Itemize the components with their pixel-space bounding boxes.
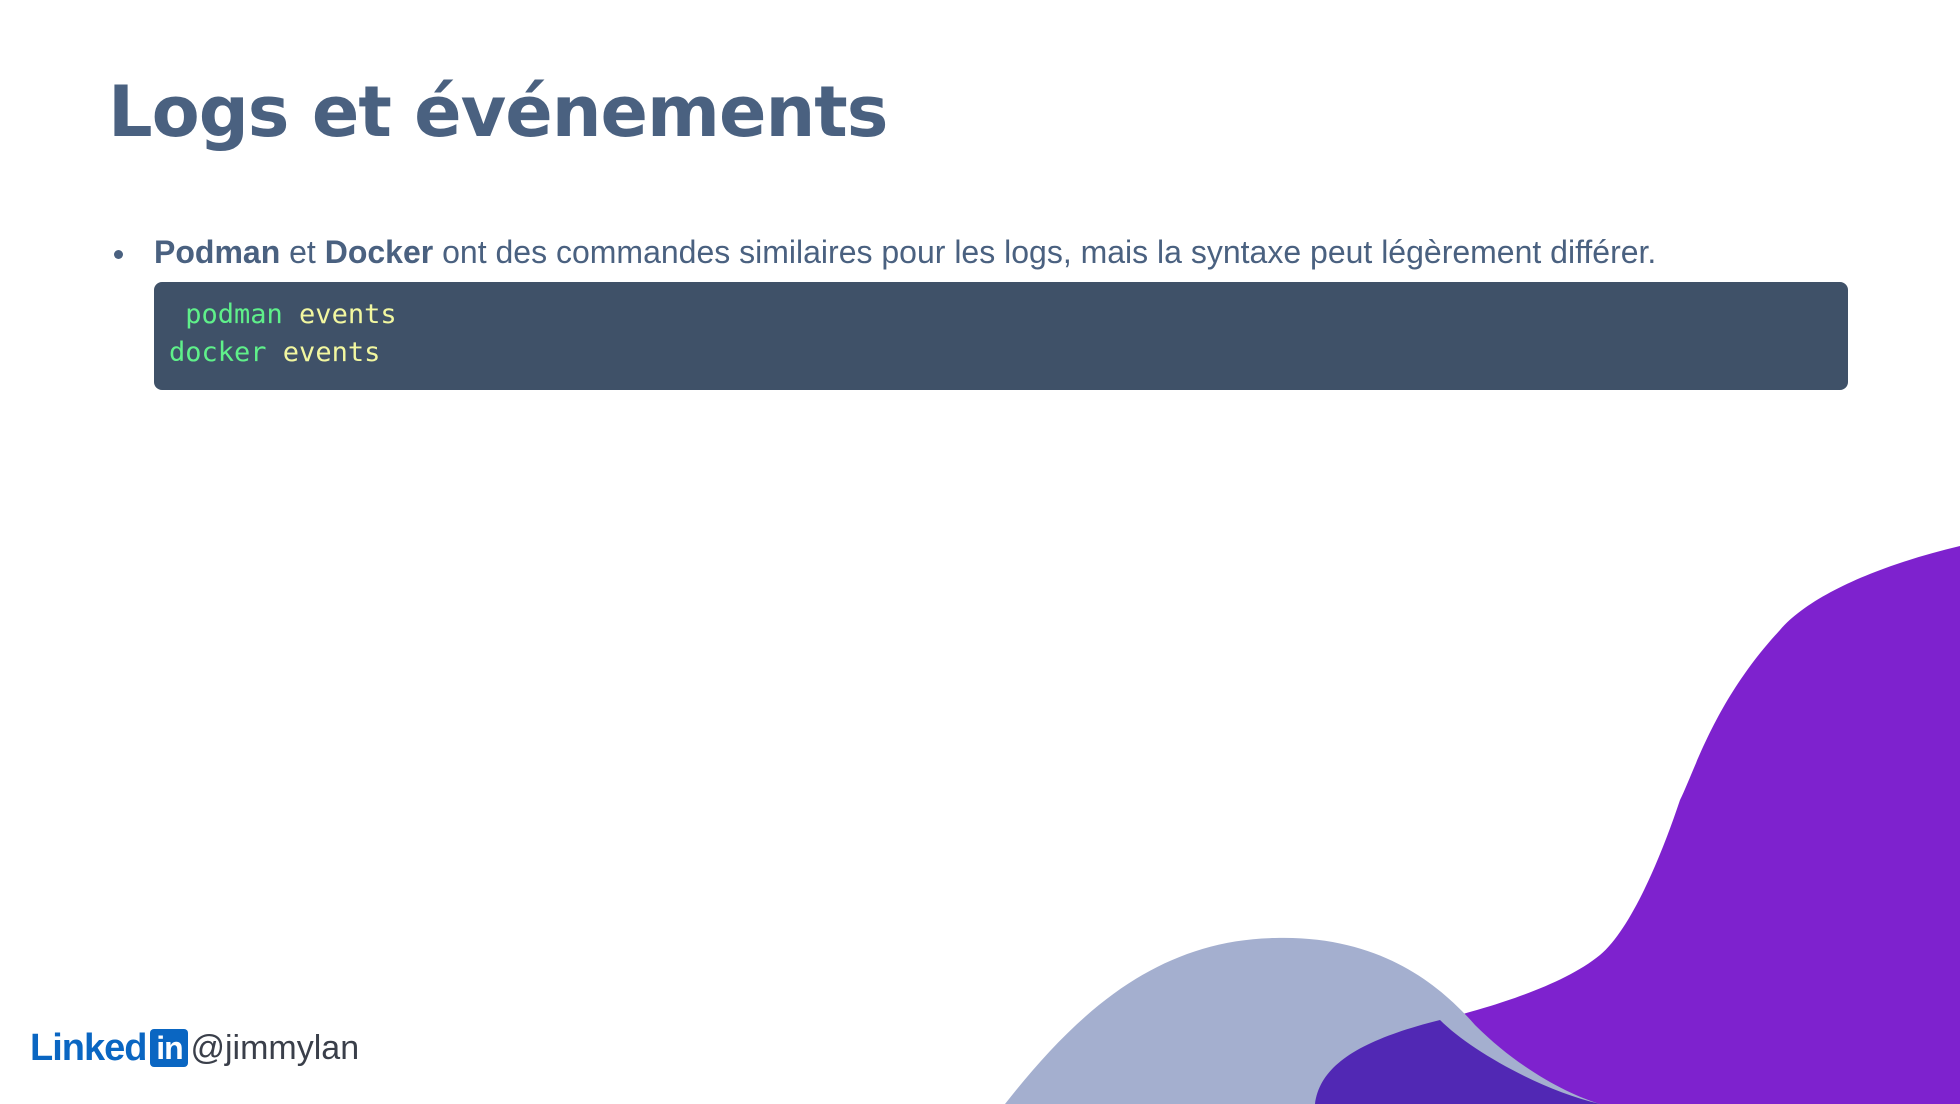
code-line-docker: docker events — [169, 334, 1833, 372]
bullet-list: Podman et Docker ont des commandes simil… — [108, 228, 1854, 390]
bullet-dot — [114, 250, 123, 259]
wave-overlap-shape — [1315, 1020, 1600, 1104]
bullet-text: Podman et Docker ont des commandes simil… — [154, 228, 1854, 276]
linkedin-logo-text: Linked — [30, 1026, 147, 1069]
code-argument: events — [282, 299, 397, 330]
gray-wave-shape — [1005, 937, 1600, 1104]
bullet-bold-docker: Docker — [324, 234, 434, 270]
bullet-item: Podman et Docker ont des commandes simil… — [108, 228, 1854, 390]
slide-title: Logs et événements — [108, 71, 888, 153]
code-line-podman: podman events — [169, 296, 1833, 334]
code-block: podman events docker events — [154, 282, 1848, 390]
code-command: docker — [169, 337, 267, 368]
author-handle: @jimmylan — [190, 1028, 360, 1067]
code-argument: events — [266, 337, 381, 368]
linkedin-icon: in — [150, 1029, 189, 1067]
bullet-rest: ont des commandes similaires pour les lo… — [433, 234, 1657, 270]
bullet-bold-podman: Podman — [154, 234, 281, 270]
background-waves — [1005, 546, 1960, 1104]
code-command: podman — [169, 299, 283, 330]
bullet-connector: et — [280, 234, 325, 270]
purple-wave-shape — [1315, 546, 1960, 1104]
footer-brand: Linked in @jimmylan — [30, 1026, 359, 1070]
